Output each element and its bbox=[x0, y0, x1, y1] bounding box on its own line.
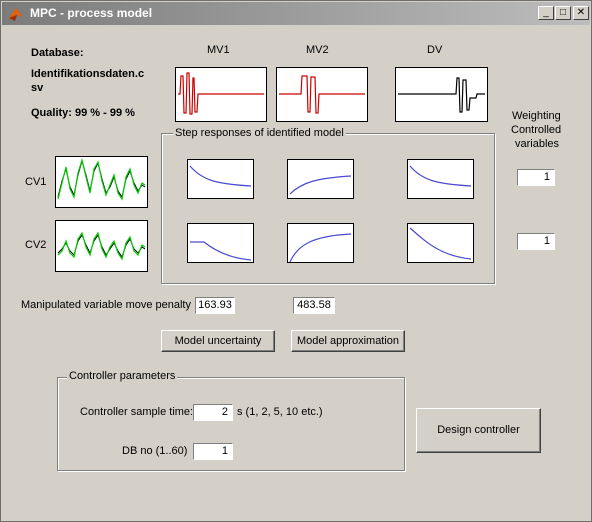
weighting-controlled-label: Controlled bbox=[511, 124, 562, 136]
sample-time-label: Controller sample time: bbox=[80, 406, 194, 418]
quality-text: Quality: 99 % - 99 % bbox=[31, 107, 135, 119]
database-label: Database: bbox=[31, 47, 84, 59]
dv-plot bbox=[395, 67, 488, 122]
matlab-icon bbox=[9, 8, 23, 21]
db-number-label: DB no (1..60) bbox=[122, 445, 188, 457]
model-approximation-button[interactable]: Model approximation bbox=[291, 330, 405, 352]
weighting-variables-label: variables bbox=[515, 138, 560, 150]
mpc-process-model-window: MPC - process model _ □ ✕ Database: Iden… bbox=[0, 0, 592, 522]
dv-label: DV bbox=[427, 44, 443, 56]
minimize-button[interactable]: _ bbox=[538, 6, 554, 20]
db-number-field[interactable]: 1 bbox=[193, 443, 233, 460]
cv1-label: CV1 bbox=[25, 176, 47, 188]
cv2-label: CV2 bbox=[25, 239, 47, 251]
step-cv2-dv bbox=[407, 223, 474, 263]
mv2-plot bbox=[276, 67, 368, 122]
mv1-plot bbox=[175, 67, 267, 122]
database-filename-line2: sv bbox=[31, 82, 44, 94]
cv2-plot bbox=[55, 220, 148, 272]
move-penalty-mv1-field[interactable]: 163.93 bbox=[195, 297, 235, 314]
maximize-button[interactable]: □ bbox=[555, 6, 571, 20]
step-cv2-mv1 bbox=[187, 223, 254, 263]
close-button[interactable]: ✕ bbox=[573, 6, 589, 20]
cv1-plot bbox=[55, 156, 148, 208]
design-controller-button[interactable]: Design controller bbox=[416, 408, 541, 453]
sample-time-field[interactable]: 2 bbox=[193, 404, 233, 421]
weighting-label: Weighting bbox=[512, 110, 561, 122]
weighting-cv2-field[interactable]: 1 bbox=[517, 233, 555, 250]
weighting-cv1-field[interactable]: 1 bbox=[517, 169, 555, 186]
title-bar: MPC - process model _ □ ✕ bbox=[2, 2, 590, 25]
step-cv2-mv2 bbox=[287, 223, 354, 263]
sample-time-hint: s (1, 2, 5, 10 etc.) bbox=[237, 406, 323, 418]
step-cv1-dv bbox=[407, 159, 474, 199]
model-uncertainty-button[interactable]: Model uncertainty bbox=[161, 330, 275, 352]
move-penalty-label: Manipulated variable move penalty bbox=[21, 299, 191, 311]
mv1-label: MV1 bbox=[207, 44, 230, 56]
database-filename-line1: Identifikationsdaten.c bbox=[31, 68, 145, 80]
mv2-label: MV2 bbox=[306, 44, 329, 56]
step-responses-title: Step responses of identified model bbox=[173, 127, 346, 139]
window-title: MPC - process model bbox=[30, 6, 153, 20]
step-cv1-mv2 bbox=[287, 159, 354, 199]
move-penalty-mv2-field[interactable]: 483.58 bbox=[293, 297, 335, 314]
controller-parameters-title: Controller parameters bbox=[67, 370, 178, 382]
step-cv1-mv1 bbox=[187, 159, 254, 199]
